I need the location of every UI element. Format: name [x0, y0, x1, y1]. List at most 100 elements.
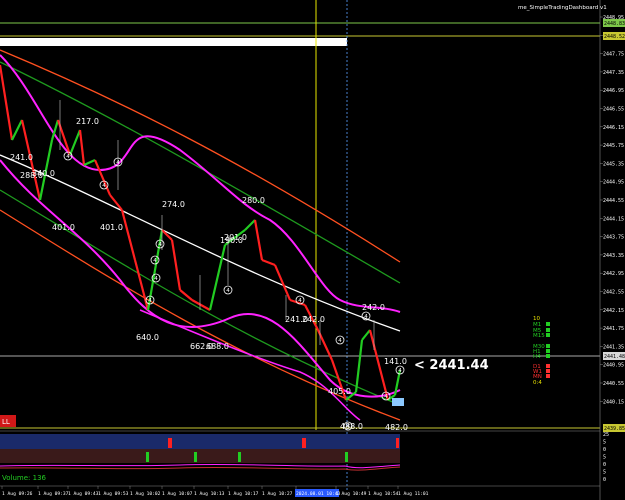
timeframe-dot	[546, 369, 550, 373]
price-axis-box-label: 2441.48	[604, 354, 625, 360]
time-axis-label: 1 Aug 10:49	[336, 491, 367, 497]
wave-marker-label: 4	[364, 314, 368, 320]
indicator-axis-tick: 0	[603, 462, 606, 468]
price-axis-tick: 2441.35	[603, 344, 624, 350]
price-axis-box-label: 2448.83	[604, 21, 625, 27]
wave-marker-label: 4	[398, 368, 402, 374]
wave-marker-label: 4	[153, 258, 157, 264]
price-label: 401.0	[100, 223, 123, 232]
current-price-box	[392, 398, 404, 406]
price-axis-tick: 2442.15	[603, 308, 624, 314]
time-axis-label: 1 Aug 09:37	[38, 491, 69, 497]
indicator-axis-tick: 25	[603, 432, 609, 438]
time-axis-label: 2024.08.01 10:43	[296, 491, 340, 497]
price-axis-tick: 2446.55	[603, 107, 624, 113]
price-axis-tick: 2444.95	[603, 180, 624, 186]
time-axis-label: 1 Aug 09:26	[2, 491, 33, 497]
price-axis-tick: 2443.35	[603, 253, 624, 259]
price-label: 280.0	[242, 196, 265, 205]
indicator-band-dark	[0, 449, 400, 463]
price-label: 274.0	[162, 200, 185, 209]
wave-marker-label: 4	[346, 424, 350, 430]
price-axis-tick: 2447.75	[603, 52, 624, 58]
price-axis-tick: 2440.15	[603, 399, 624, 405]
price-label: 217.0	[76, 117, 99, 126]
wave-marker-label: 4	[158, 242, 162, 248]
price-axis-tick: 2444.55	[603, 198, 624, 204]
price-axis-tick: 2442.55	[603, 290, 624, 296]
price-label: 242.0	[302, 315, 325, 324]
timeframe-dot	[546, 349, 550, 353]
indicator-axis-tick: 0	[603, 477, 606, 483]
price-label: 688.0	[206, 342, 229, 351]
timeframe-dot	[546, 364, 550, 368]
price-label: 340.0	[32, 169, 55, 178]
timeframe-label: 0:4	[533, 380, 542, 386]
wave-marker-label: 4	[298, 298, 302, 304]
indicator-bar-green-4	[345, 452, 348, 462]
wave-marker-label: 4	[338, 338, 342, 344]
timeframe-dot	[546, 333, 550, 337]
time-axis-label: 1 Aug 10:13	[194, 491, 225, 497]
wave-marker-label: 4	[226, 288, 230, 294]
wave-marker-label: 4	[66, 154, 70, 160]
price-label: 482.0	[385, 423, 408, 432]
price-label: 190.0	[220, 236, 243, 245]
time-axis-label: 1 Aug 10:54	[368, 491, 399, 497]
price-axis-tick: 2441.75	[603, 326, 624, 332]
indicator-axis-tick: 5	[603, 455, 606, 461]
indicator-axis-tick: 5	[603, 440, 606, 446]
indicator-bar-red-2	[302, 438, 306, 448]
wave-marker-label: 4	[148, 298, 152, 304]
price-label: 242.0	[362, 303, 385, 312]
indicator-band-blue	[0, 434, 400, 449]
price-axis-tick: 2446.15	[603, 125, 624, 131]
volume-label: Volume: 136	[2, 474, 47, 482]
indicator-bar-green-3	[238, 452, 241, 462]
time-axis-label: 1 Aug 09:53	[98, 491, 129, 497]
price-axis-tick: 2444.15	[603, 216, 624, 222]
price-axis-tick: 2445.35	[603, 161, 624, 167]
time-axis-label: 1 Aug 09:43	[68, 491, 99, 497]
time-axis-label: 1 Aug 10:02	[130, 491, 161, 497]
window-title: me_SimpleTradingDashboard v1	[518, 5, 607, 11]
price-axis-tick: 2445.75	[603, 143, 624, 149]
wave-marker-label: 4	[384, 394, 388, 400]
timeframe-dot	[546, 328, 550, 332]
sell-badge[interactable]: LL	[2, 418, 10, 426]
price-axis-box-label: 2448.52	[604, 34, 625, 40]
price-axis-tick: 2442.95	[603, 271, 624, 277]
indicator-bar-green-2	[194, 452, 197, 462]
timeframe-label: M15	[533, 333, 545, 339]
wave-marker-label: 4	[102, 183, 106, 189]
price-chart[interactable]: me_SimpleTradingDashboard v1 2448.952448…	[0, 0, 625, 500]
price-axis-tick: 2443.75	[603, 235, 624, 241]
price-axis-tick: 2440.55	[603, 381, 624, 387]
indicator-axis-tick: 5	[603, 470, 606, 476]
price-label: 241.0	[10, 153, 33, 162]
indicator-axis-tick: 0	[603, 447, 606, 453]
timeframe-dot	[546, 322, 550, 326]
wave-marker-label: 4	[116, 160, 120, 166]
info-bar	[0, 38, 347, 46]
timeframe-dot	[546, 344, 550, 348]
wave-marker-label: 4	[154, 276, 158, 282]
time-axis-label: 1 Aug 10:07	[162, 491, 193, 497]
timeframe-dot	[546, 354, 550, 358]
price-label: 401.0	[52, 223, 75, 232]
time-axis-label: 1 Aug 11:01	[398, 491, 429, 497]
price-label: 405.0	[328, 387, 351, 396]
price-axis-tick: 2446.95	[603, 88, 624, 94]
timeframe-label: H4	[533, 354, 541, 360]
price-axis-tick: 2440.95	[603, 363, 624, 369]
current-price-label: < 2441.44	[414, 358, 489, 373]
indicator-bar-green-1	[146, 452, 149, 462]
near-price-label: 141.0	[384, 357, 407, 366]
price-label: 640.0	[136, 333, 159, 342]
timeframe-dot	[546, 374, 550, 378]
price-axis-tick: 2447.35	[603, 70, 624, 76]
time-axis-label: 1 Aug 10:17	[228, 491, 259, 497]
indicator-bar-red-3	[396, 438, 399, 448]
indicator-bar-red-1	[168, 438, 172, 448]
time-axis-label: 1 Aug 10:27	[262, 491, 293, 497]
